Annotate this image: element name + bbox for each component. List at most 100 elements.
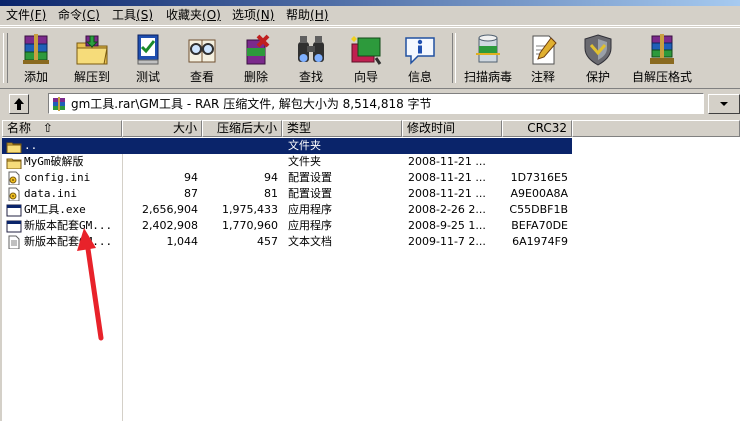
add-archive-icon: [23, 34, 49, 64]
file-modified: [408, 138, 502, 154]
file-type: 配置设置: [288, 171, 332, 184]
extract-folder-icon: [76, 35, 108, 65]
folder-icon: [6, 158, 22, 169]
column-name[interactable]: 名称 ⇧: [2, 120, 122, 137]
shield-icon: [584, 34, 612, 66]
file-list: 名称 ⇧ 大小 压缩后大小 类型 修改时间 CRC32 .. 文件夹 MyGm破解版…: [2, 120, 740, 421]
file-packed-size: 94: [264, 171, 278, 184]
file-type: 应用程序: [288, 203, 332, 216]
file-type: 配置设置: [288, 187, 332, 200]
file-size: [122, 154, 198, 170]
address-bar: gm工具.rar\GM工具 - RAR 压缩文件, 解包大小为 8,514,81…: [0, 91, 740, 117]
file-row[interactable]: config.ini 94 94 配置设置 2008-11-21 ... 1D7316E5: [2, 170, 572, 186]
file-modified: 2008-11-21 ...: [408, 155, 486, 168]
file-name: ..: [24, 139, 38, 152]
file-row[interactable]: .. 文件夹: [2, 138, 572, 154]
menu-tools[interactable]: 工具(S): [110, 8, 155, 23]
delete-button[interactable]: 删除: [230, 30, 282, 86]
info-button[interactable]: 信息: [394, 30, 446, 86]
toolbar-separator: [452, 33, 456, 83]
menu-bar: 文件(F) 命令(C) 工具(S) 收藏夹(O) 选项(N) 帮助(H): [0, 6, 740, 26]
file-name: 新版本配套GM...: [24, 235, 113, 248]
toolbar-grip[interactable]: [3, 33, 8, 83]
add-button[interactable]: 添加: [10, 30, 62, 86]
file-row[interactable]: GM工具.exe 2,656,904 1,975,433 应用程序 2008-2-26 …: [2, 202, 572, 218]
info-icon: [405, 37, 435, 65]
file-size: 94: [184, 171, 198, 184]
file-crc32: 6A1974F9: [512, 235, 568, 248]
delete-icon: [246, 34, 270, 65]
chevron-down-icon: [720, 102, 728, 106]
folder-up-icon: [6, 142, 22, 153]
column-crc32[interactable]: CRC32: [502, 120, 572, 137]
comment-button[interactable]: 注释: [517, 30, 569, 86]
archive-path-field[interactable]: gm工具.rar\GM工具 - RAR 压缩文件, 解包大小为 8,514,81…: [48, 93, 704, 114]
rar-archive-icon: [53, 97, 65, 111]
up-folder-button[interactable]: [9, 94, 29, 114]
column-header: 名称 ⇧ 大小 压缩后大小 类型 修改时间 CRC32: [2, 120, 740, 137]
file-size: 2,402,908: [142, 219, 198, 232]
file-packed-size: [202, 138, 278, 154]
file-crc32: 1D7316E5: [510, 171, 568, 184]
file-size: 87: [184, 187, 198, 200]
menu-file[interactable]: 文件(F): [4, 8, 48, 23]
wizard-icon: [351, 36, 382, 65]
file-crc32: C55DBF1B: [509, 203, 568, 216]
menu-commands[interactable]: 命令(C): [56, 8, 102, 23]
arrow-up-icon: [14, 98, 24, 110]
file-packed-size: 457: [257, 235, 278, 248]
find-button[interactable]: 查找: [285, 30, 337, 86]
column-size[interactable]: 大小: [122, 120, 202, 137]
file-row[interactable]: MyGm破解版 文件夹 2008-11-21 ...: [2, 154, 572, 170]
file-row[interactable]: 新版本配套GM... 2,402,908 1,770,960 应用程序 2008-9-2…: [2, 218, 572, 234]
ini-file-icon: [8, 171, 20, 185]
ini-file-icon: [8, 187, 20, 201]
sfx-button[interactable]: 自解压格式: [628, 30, 696, 86]
file-crc32: [502, 154, 568, 170]
file-packed-size: 1,770,960: [222, 219, 278, 232]
file-row[interactable]: 新版本配套GM... 1,044 457 文本文档 2009-11-7 2... 6A19…: [2, 234, 572, 250]
file-crc32: A9E00A8A: [510, 187, 568, 200]
file-name: MyGm破解版: [24, 155, 84, 168]
file-modified: 2008-2-26 2...: [408, 203, 486, 216]
txt-file-icon: [8, 235, 20, 249]
extract-to-button[interactable]: 解压到: [66, 30, 118, 86]
file-name: GM工具.exe: [24, 203, 86, 216]
file-type: 文件夹: [288, 139, 321, 152]
virus-scan-icon: [476, 34, 500, 63]
test-icon: [137, 34, 159, 65]
file-name: config.ini: [24, 171, 91, 184]
file-modified: 2008-11-21 ...: [408, 187, 486, 200]
file-modified: 2009-11-7 2...: [408, 235, 486, 248]
glasses-book-icon: [188, 39, 216, 63]
file-type: 应用程序: [288, 219, 332, 232]
file-packed-size: 81: [264, 187, 278, 200]
file-size: 2,656,904: [142, 203, 198, 216]
file-name: data.ini: [24, 187, 77, 200]
exe-file-icon: [6, 220, 22, 233]
protect-button[interactable]: 保护: [572, 30, 624, 86]
path-dropdown-button[interactable]: [708, 94, 740, 114]
file-row[interactable]: data.ini 87 81 配置设置 2008-11-21 ... A9E00A8A: [2, 186, 572, 202]
column-modified[interactable]: 修改时间: [402, 120, 502, 137]
file-size: [122, 138, 198, 154]
toolbar: 添加 解压到 测试 查看 删除 查找 向导 信息 扫描病毒 注释 保护 自解压格…: [0, 27, 740, 89]
column-type[interactable]: 类型: [282, 120, 402, 137]
archive-path-text: gm工具.rar\GM工具 - RAR 压缩文件, 解包大小为 8,514,81…: [71, 97, 432, 111]
file-modified: 2008-11-21 ...: [408, 171, 486, 184]
file-modified: 2008-9-25 1...: [408, 219, 486, 232]
view-button[interactable]: 查看: [176, 30, 228, 86]
test-button[interactable]: 测试: [122, 30, 174, 86]
menu-help[interactable]: 帮助(H): [284, 8, 330, 23]
file-packed-size: [202, 154, 278, 170]
file-size: 1,044: [166, 235, 199, 248]
wizard-button[interactable]: 向导: [340, 30, 392, 86]
file-type: 文本文档: [288, 235, 332, 248]
sort-arrow-up-icon: ⇧: [42, 121, 53, 135]
menu-options[interactable]: 选项(N): [230, 8, 276, 23]
column-packed-size[interactable]: 压缩后大小: [202, 120, 282, 137]
file-crc32: BEFA70DE: [511, 219, 568, 232]
menu-favorites[interactable]: 收藏夹(O): [164, 8, 223, 23]
column-header-filler: [572, 120, 740, 137]
virus-scan-button[interactable]: 扫描病毒: [458, 30, 518, 86]
